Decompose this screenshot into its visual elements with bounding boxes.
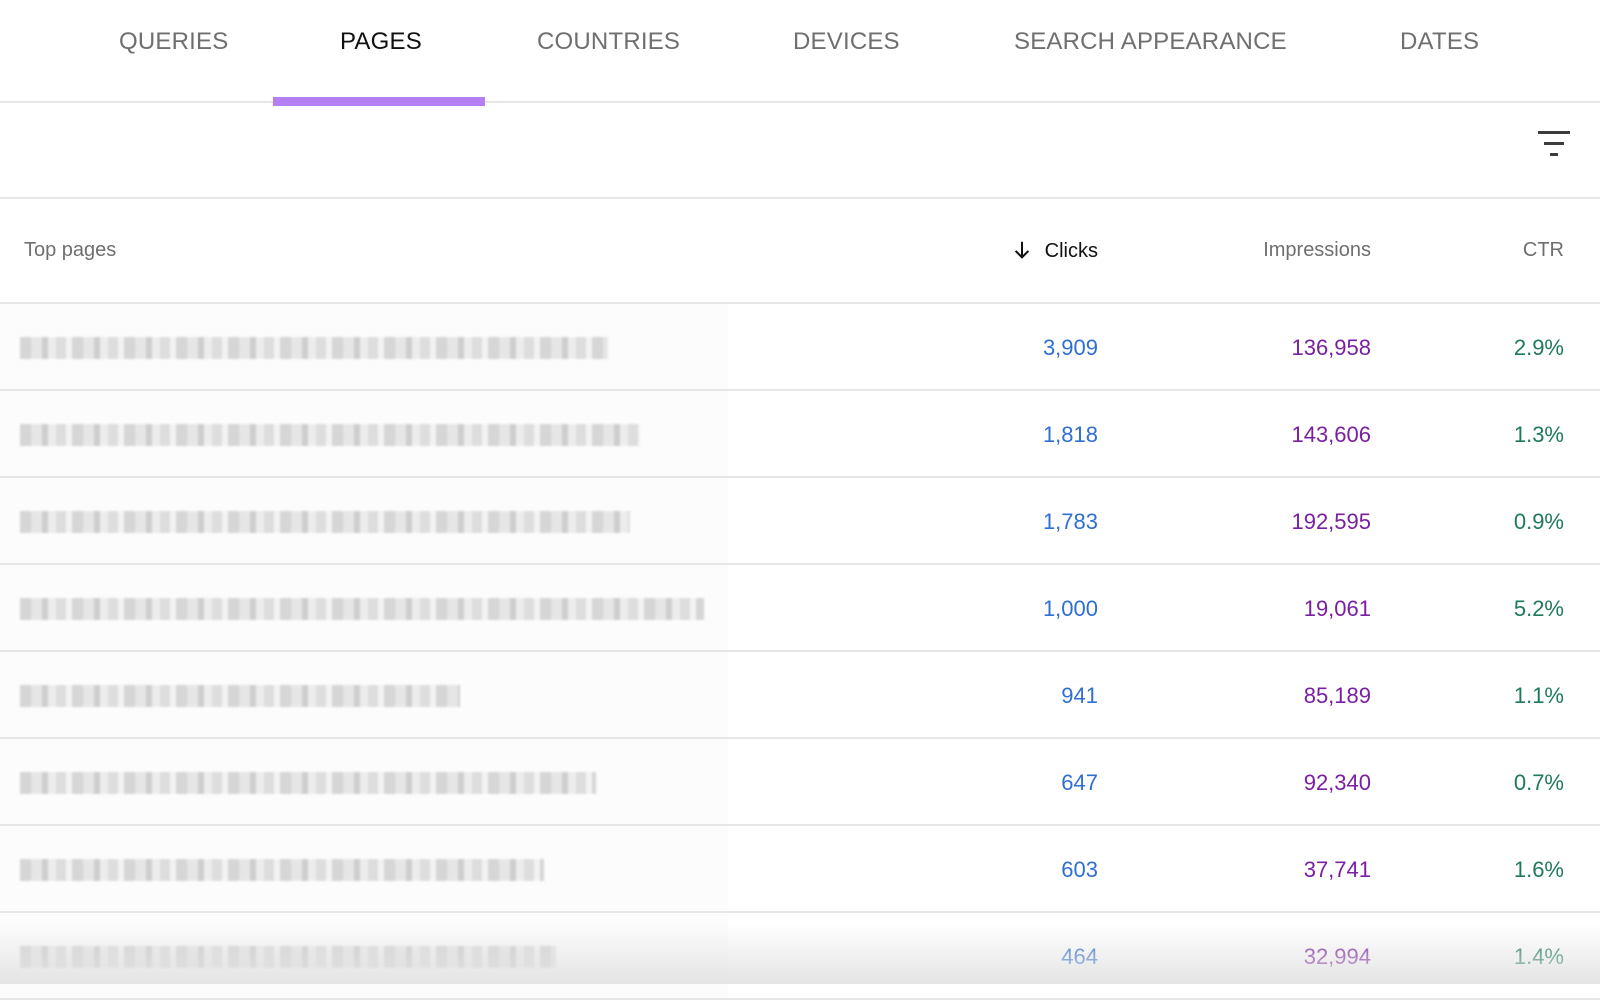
page-url[interactable] bbox=[20, 337, 608, 359]
column-header-clicks-label: Clicks bbox=[1044, 240, 1098, 262]
page-url[interactable] bbox=[20, 511, 630, 533]
clicks-value: 1,000 bbox=[1042, 596, 1098, 621]
impressions-value: 92,340 bbox=[1303, 770, 1371, 795]
filter-icon[interactable] bbox=[1536, 131, 1572, 161]
ctr-value: 1.1% bbox=[1513, 683, 1564, 708]
table-header: Top pages Clicks Impressions CTR bbox=[0, 199, 1600, 304]
impressions-value: 85,189 bbox=[1303, 683, 1371, 708]
impressions-value: 143,606 bbox=[1291, 422, 1371, 447]
page-url[interactable] bbox=[20, 859, 544, 881]
column-header-clicks[interactable]: Clicks bbox=[1011, 239, 1098, 263]
page-url[interactable] bbox=[20, 946, 556, 968]
clicks-value: 603 bbox=[1061, 857, 1098, 882]
table-toolbar bbox=[0, 103, 1600, 199]
table-row[interactable]: 3,909 136,958 2.9% bbox=[0, 304, 1600, 391]
tab-dates[interactable]: DATES bbox=[1400, 28, 1479, 56]
page-url[interactable] bbox=[20, 772, 596, 794]
clicks-value: 464 bbox=[1061, 944, 1098, 969]
table-row[interactable]: 647 92,340 0.7% bbox=[0, 739, 1600, 826]
ctr-value: 0.7% bbox=[1513, 770, 1564, 795]
arrow-down-icon bbox=[1014, 241, 1029, 259]
table-row[interactable]: 1,000 19,061 5.2% bbox=[0, 565, 1600, 652]
impressions-value: 136,958 bbox=[1291, 335, 1371, 360]
ctr-value: 1.3% bbox=[1513, 422, 1564, 447]
ctr-value: 1.6% bbox=[1513, 857, 1564, 882]
ctr-value: 0.9% bbox=[1513, 509, 1564, 534]
column-header-ctr[interactable]: CTR bbox=[1523, 239, 1564, 262]
ctr-value: 5.2% bbox=[1513, 596, 1564, 621]
column-header-top-pages[interactable]: Top pages bbox=[24, 239, 116, 262]
table-row[interactable]: 1,818 143,606 1.3% bbox=[0, 391, 1600, 478]
impressions-value: 32,994 bbox=[1303, 944, 1371, 969]
dimension-tabs: QUERIES PAGES COUNTRIES DEVICES SEARCH A… bbox=[0, 0, 1600, 103]
tab-queries[interactable]: QUERIES bbox=[119, 28, 228, 56]
tab-devices[interactable]: DEVICES bbox=[793, 28, 900, 56]
impressions-value: 192,595 bbox=[1291, 509, 1371, 534]
clicks-value: 647 bbox=[1061, 770, 1098, 795]
clicks-value: 941 bbox=[1061, 683, 1098, 708]
clicks-value: 1,818 bbox=[1042, 422, 1098, 447]
page-url[interactable] bbox=[20, 598, 704, 620]
impressions-value: 37,741 bbox=[1303, 857, 1371, 882]
ctr-value: 2.9% bbox=[1513, 335, 1564, 360]
clicks-value: 3,909 bbox=[1042, 335, 1098, 360]
table-row[interactable]: 1,783 192,595 0.9% bbox=[0, 478, 1600, 565]
page-url[interactable] bbox=[20, 424, 640, 446]
column-header-impressions[interactable]: Impressions bbox=[1263, 239, 1371, 262]
page-url[interactable] bbox=[20, 685, 460, 707]
tab-search-appearance[interactable]: SEARCH APPEARANCE bbox=[1014, 28, 1287, 56]
clicks-value: 1,783 bbox=[1042, 509, 1098, 534]
impressions-value: 19,061 bbox=[1303, 596, 1371, 621]
tab-pages[interactable]: PAGES bbox=[340, 28, 422, 56]
ctr-value: 1.4% bbox=[1513, 944, 1564, 969]
table-row[interactable]: 941 85,189 1.1% bbox=[0, 652, 1600, 739]
table-row[interactable]: 464 32,994 1.4% bbox=[0, 913, 1600, 1000]
tab-countries[interactable]: COUNTRIES bbox=[537, 28, 680, 56]
table-row[interactable]: 603 37,741 1.6% bbox=[0, 826, 1600, 913]
